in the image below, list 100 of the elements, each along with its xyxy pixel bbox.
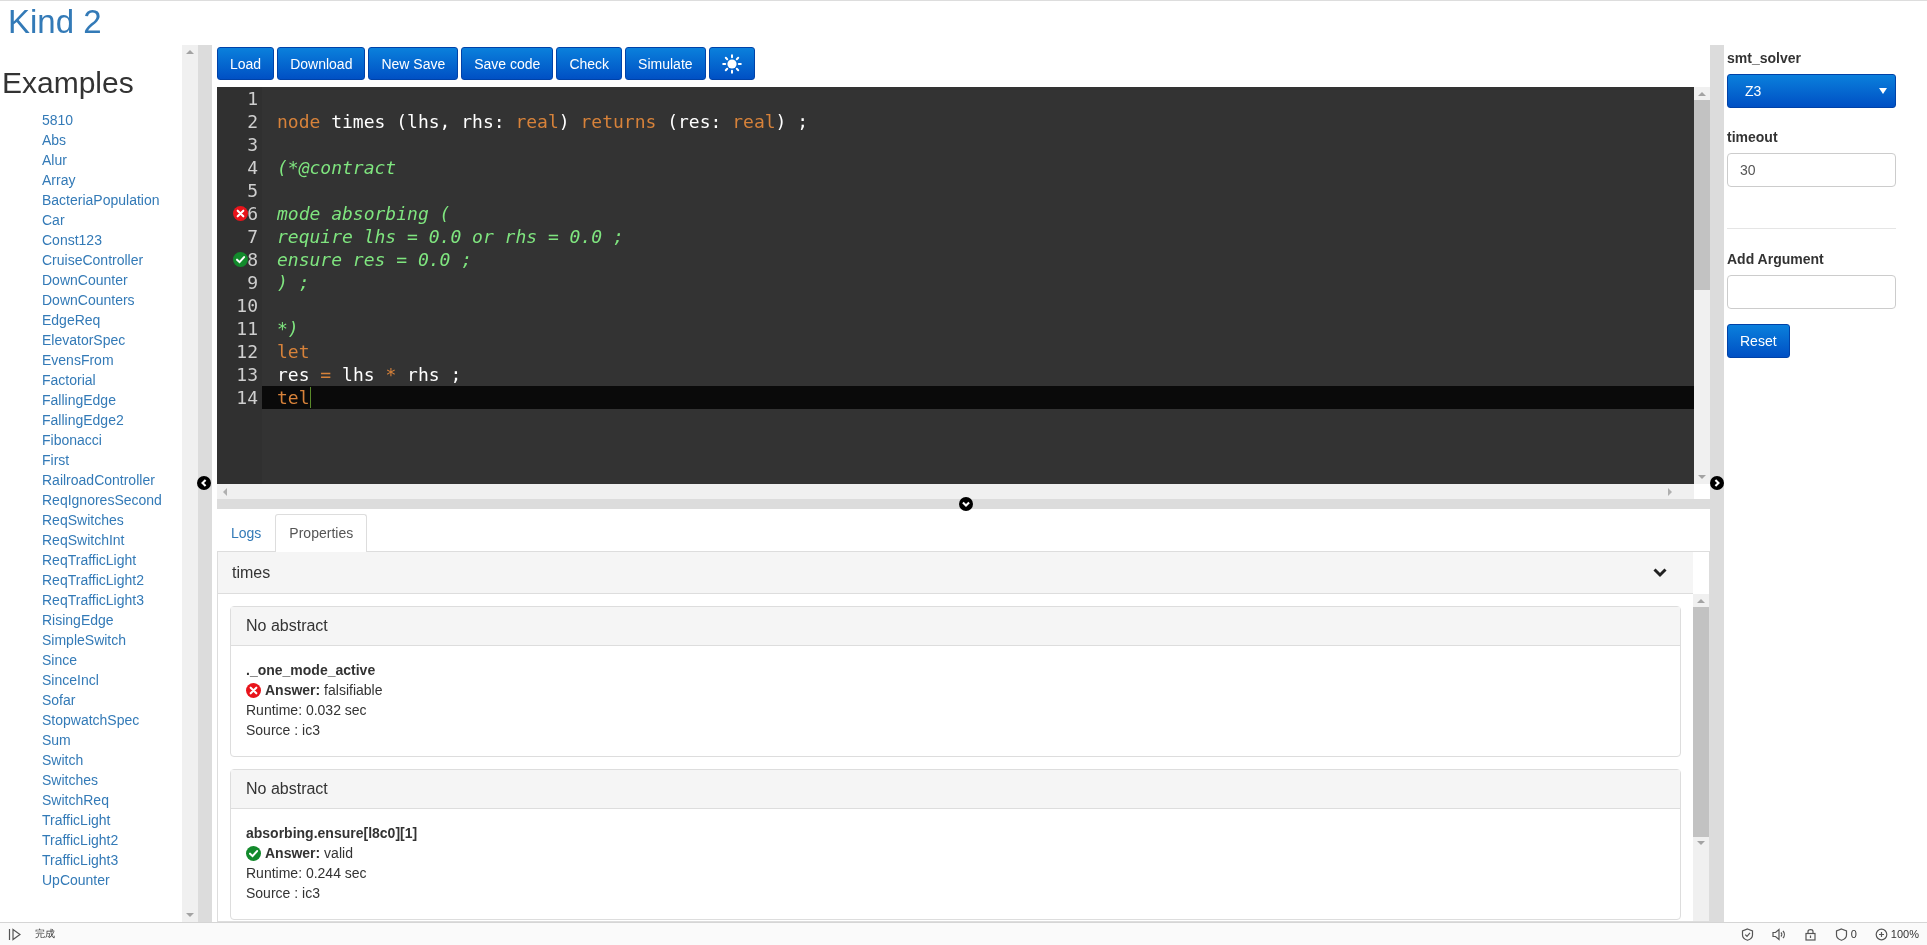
- zoom-level[interactable]: 100%: [1890, 928, 1919, 940]
- example-link[interactable]: Factorial: [42, 372, 96, 388]
- example-link[interactable]: TrafficLight2: [42, 832, 119, 848]
- code-line[interactable]: (*@contract: [262, 156, 1694, 179]
- example-link[interactable]: TrafficLight3: [42, 852, 119, 868]
- chevron-down-icon[interactable]: [1653, 566, 1667, 579]
- example-link[interactable]: Car: [42, 212, 65, 228]
- example-link[interactable]: ReqSwitchInt: [42, 532, 125, 548]
- example-link[interactable]: Switch: [42, 752, 84, 768]
- example-link[interactable]: Sum: [42, 732, 71, 748]
- check-icon: [233, 252, 248, 267]
- code-line[interactable]: mode absorbing (: [262, 202, 1694, 225]
- example-link[interactable]: 5810: [42, 112, 74, 128]
- sidebar-heading: Examples: [2, 65, 134, 101]
- example-link[interactable]: UpCounter: [42, 872, 110, 888]
- line-number: 2: [247, 110, 258, 133]
- solver-select[interactable]: Z3: [1727, 74, 1896, 108]
- example-link[interactable]: SimpleSwitch: [42, 632, 127, 648]
- scrollbar[interactable]: [1693, 594, 1709, 921]
- example-link[interactable]: RailroadController: [42, 472, 155, 488]
- example-link[interactable]: ReqIgnoresSecond: [42, 492, 162, 508]
- code-line[interactable]: ) ;: [262, 271, 1694, 294]
- code-line[interactable]: res = lhs * rhs ;: [262, 363, 1694, 386]
- line-number: 11: [236, 317, 258, 340]
- error-icon: [233, 206, 248, 221]
- card-title: No abstract: [246, 780, 328, 798]
- example-link[interactable]: SinceIncl: [42, 672, 99, 688]
- error-icon: [246, 682, 261, 698]
- example-link[interactable]: TrafficLight: [42, 812, 111, 828]
- line-number: 5: [247, 179, 258, 202]
- example-link[interactable]: Abs: [42, 132, 67, 148]
- shield-check-icon[interactable]: [1740, 927, 1754, 941]
- example-link[interactable]: Alur: [42, 152, 67, 168]
- node-name: times: [232, 563, 271, 582]
- example-link[interactable]: Switches: [42, 772, 99, 788]
- reset-button[interactable]: Reset: [1727, 324, 1790, 358]
- source-text: Source : ic3: [246, 885, 320, 901]
- line-number: 6: [247, 202, 258, 225]
- toolbar-button[interactable]: Load: [217, 47, 275, 80]
- example-link[interactable]: ReqTrafficLight3: [42, 592, 144, 608]
- timeout-field[interactable]: 30: [1727, 153, 1896, 187]
- argument-field[interactable]: [1727, 275, 1896, 309]
- speaker-icon[interactable]: [1771, 927, 1786, 941]
- code-line[interactable]: require lhs = 0.0 or rhs = 0.0 ;: [262, 225, 1694, 248]
- example-link[interactable]: DownCounters: [42, 292, 135, 308]
- example-link[interactable]: SwitchReq: [42, 792, 109, 808]
- example-link[interactable]: EvensFrom: [42, 352, 114, 368]
- example-link[interactable]: Array: [42, 172, 76, 188]
- field-label: Add Argument: [1727, 250, 1825, 269]
- example-link[interactable]: ReqTrafficLight: [42, 552, 137, 568]
- example-link[interactable]: Fibonacci: [42, 432, 102, 448]
- example-link[interactable]: StopwatchSpec: [42, 712, 140, 728]
- answer-text: Answer: falsifiable: [265, 681, 383, 700]
- example-link[interactable]: DownCounter: [42, 272, 128, 288]
- property-name: absorbing.ensure[l8c0][1]: [246, 824, 418, 843]
- lock-icon[interactable]: [1803, 927, 1817, 941]
- scrollbar[interactable]: [217, 484, 1694, 499]
- toolbar-button[interactable]: Check: [556, 47, 623, 80]
- example-link[interactable]: ReqTrafficLight2: [42, 572, 144, 588]
- toolbar-button[interactable]: Save code: [461, 47, 554, 80]
- tab[interactable]: Properties: [275, 514, 368, 553]
- chevron-left-icon[interactable]: [197, 476, 212, 490]
- example-link[interactable]: RisingEdge: [42, 612, 114, 628]
- example-link[interactable]: Const123: [42, 232, 102, 248]
- zoom-icon[interactable]: [1874, 927, 1888, 941]
- line-number: 3: [247, 133, 258, 156]
- line-number: 4: [247, 156, 258, 179]
- example-link[interactable]: Sofar: [42, 692, 76, 708]
- theme-button[interactable]: [708, 47, 755, 80]
- code-line[interactable]: let: [262, 340, 1694, 363]
- scrollbar[interactable]: [182, 45, 199, 922]
- panel-header[interactable]: times: [218, 552, 1693, 594]
- line-number: 14: [236, 386, 258, 409]
- code-line[interactable]: *): [262, 317, 1694, 340]
- code-line[interactable]: ensure res = 0.0 ;: [262, 248, 1694, 271]
- example-link[interactable]: CruiseController: [42, 252, 144, 268]
- toolbar-button[interactable]: New Save: [368, 47, 459, 80]
- blocked-count: 0: [1850, 928, 1857, 940]
- toolbar-button[interactable]: Download: [277, 47, 366, 80]
- shield-icon[interactable]: [1834, 927, 1848, 941]
- example-link[interactable]: First: [42, 452, 70, 468]
- example-link[interactable]: EdgeReq: [42, 312, 101, 328]
- source-text: Source : ic3: [246, 722, 320, 738]
- toolbar-button[interactable]: Simulate: [625, 47, 706, 80]
- example-link[interactable]: ReqSwitches: [42, 512, 124, 528]
- scrollbar[interactable]: [1694, 87, 1710, 484]
- chevron-right-icon[interactable]: [1710, 476, 1724, 490]
- example-link[interactable]: Since: [42, 652, 78, 668]
- example-link[interactable]: FallingEdge: [42, 392, 116, 408]
- play-icon[interactable]: [8, 927, 21, 941]
- code-line[interactable]: node times (lhs, rhs: real) returns (res: real) ;: [262, 110, 1694, 133]
- example-link[interactable]: BacteriaPopulation: [42, 192, 160, 208]
- tab[interactable]: Logs: [217, 514, 276, 552]
- example-link[interactable]: ElevatorSpec: [42, 332, 126, 348]
- chevron-down-icon[interactable]: [959, 497, 973, 511]
- app-title: Kind 2: [7, 2, 102, 42]
- line-number: 12: [236, 340, 258, 363]
- check-icon: [246, 845, 261, 861]
- example-link[interactable]: FallingEdge2: [42, 412, 124, 428]
- status-text: 完成: [35, 927, 55, 941]
